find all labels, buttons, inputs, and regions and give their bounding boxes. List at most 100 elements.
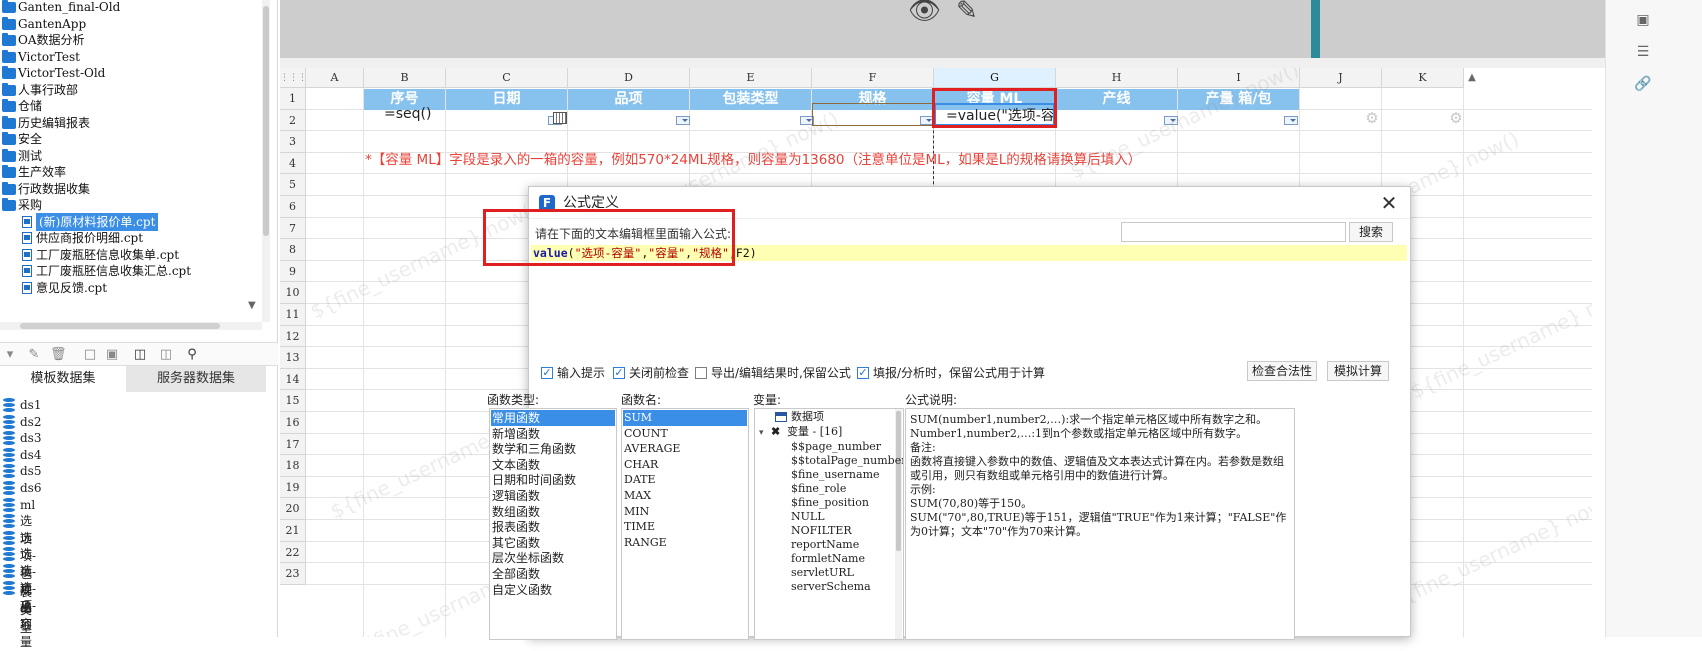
column-header-b[interactable]: B [364, 68, 446, 88]
chevron-down-icon[interactable]: ▾ [759, 426, 771, 440]
function-name-item[interactable]: SUM [623, 410, 747, 426]
widget-settings-icon[interactable]: ☰ [1634, 44, 1652, 60]
function-name-item[interactable]: DATE [624, 472, 656, 488]
row-header[interactable]: 21 [280, 520, 306, 542]
row-header[interactable]: 9 [280, 260, 306, 283]
row-header[interactable]: 19 [280, 476, 306, 499]
row-header[interactable]: 11 [280, 304, 306, 326]
variable-item[interactable]: formletName [791, 552, 865, 566]
row-header[interactable]: 8 [280, 239, 306, 261]
row-header[interactable]: 20 [280, 498, 306, 520]
dropdown-icon[interactable] [1284, 116, 1298, 125]
calendar-icon[interactable] [553, 112, 567, 124]
column-header-k[interactable]: K [1382, 68, 1464, 88]
simulate-calculation-button[interactable]: 模拟计算 [1327, 361, 1389, 381]
function-type-list[interactable]: 常用函数 新增函数 数学和三角函数 文本函数 日期和时间函数 逻辑函数 数组函数 报表函数 其它… [489, 408, 617, 640]
variable-item[interactable]: $fine_username [791, 468, 880, 482]
variables-tree[interactable]: 数据项 ▾ ✖ 变量 - [16] $$page_number $$totalPage_n… [754, 408, 904, 640]
function-type-item[interactable]: 数组函数 [492, 504, 540, 520]
gear-icon[interactable]: ⚙ [1364, 110, 1380, 126]
search-icon[interactable]: ⚲ [184, 347, 200, 363]
function-type-item[interactable]: 全部函数 [492, 566, 540, 582]
check-validity-button[interactable]: 检查合法性 [1247, 361, 1317, 381]
search-button[interactable]: 搜索 [1349, 222, 1393, 242]
function-name-item[interactable]: MAX [624, 488, 651, 504]
function-type-item[interactable]: 日期和时间函数 [492, 472, 576, 488]
pen-icon[interactable]: ✎ [956, 0, 986, 26]
cell-attributes-icon[interactable]: ▣ [1634, 12, 1652, 28]
column-header-c[interactable]: C [446, 68, 568, 88]
function-type-item[interactable]: 其它函数 [492, 535, 540, 551]
column-header-h[interactable]: H [1056, 68, 1178, 88]
variable-item[interactable]: NOFILTER [791, 524, 852, 538]
cell-b2[interactable]: =seq() [384, 103, 431, 126]
checkbox-checked-icon[interactable]: ✓ [613, 367, 625, 379]
function-search-input[interactable] [1121, 222, 1346, 242]
function-name-item[interactable]: CHAR [624, 457, 658, 473]
row-header[interactable]: 1 [280, 88, 306, 110]
function-name-item[interactable]: COUNT [624, 426, 668, 442]
row-header[interactable]: 22 [280, 541, 306, 564]
variable-item[interactable]: $fine_role [791, 482, 846, 496]
function-type-item[interactable]: 报表函数 [492, 519, 540, 535]
close-icon[interactable]: ✕ [1378, 192, 1400, 214]
variable-item[interactable]: reportName [791, 538, 859, 552]
tree-vertical-scrollbar[interactable] [262, 0, 270, 322]
edit-icon[interactable]: ✎ [26, 347, 42, 363]
delete-icon[interactable]: 🗑 [50, 347, 67, 363]
column-header-a[interactable]: A [306, 68, 364, 88]
column-header-g[interactable]: G [934, 68, 1056, 88]
row-header[interactable]: 14 [280, 368, 306, 391]
function-name-item[interactable]: TIME [624, 519, 655, 535]
checkbox-checked-icon[interactable]: ✓ [541, 367, 553, 379]
row-header[interactable]: 4 [280, 152, 306, 175]
header-cell[interactable]: 品项 [568, 89, 689, 110]
row-header[interactable]: 2 [280, 109, 306, 132]
function-type-item[interactable]: 数学和三角函数 [492, 441, 576, 457]
header-cell[interactable]: 产线 [1056, 89, 1177, 110]
tab-template-datasets[interactable]: 模板数据集 [0, 366, 126, 392]
variable-item[interactable]: NULL [791, 510, 825, 524]
dropdown-arrow-icon[interactable]: ▾ [2, 347, 18, 363]
edit-dataset-icon[interactable]: ▣ [104, 347, 120, 363]
variable-item[interactable]: servletURL [791, 566, 854, 580]
variable-dataitem[interactable]: 数据项 [775, 410, 824, 424]
column-header-d[interactable]: D [568, 68, 690, 88]
database-icon[interactable]: ◫ [132, 347, 148, 363]
row-header[interactable]: 6 [280, 196, 306, 218]
function-name-item[interactable]: MIN [624, 504, 649, 520]
chevron-down-icon[interactable]: ▼ [248, 300, 260, 312]
column-header-e[interactable]: E [690, 68, 812, 88]
row-header[interactable]: 23 [280, 563, 306, 585]
row-header[interactable]: 17 [280, 433, 306, 456]
column-header-j[interactable]: J [1300, 68, 1382, 88]
function-type-item[interactable]: 逻辑函数 [492, 488, 540, 504]
row-header[interactable]: 12 [280, 325, 306, 348]
variable-item[interactable]: $$page_number [791, 440, 881, 454]
dropdown-icon[interactable] [676, 116, 690, 125]
function-name-list[interactable]: SUM COUNT AVERAGE CHAR DATE MAX MIN TIME RANGE [621, 408, 749, 640]
variable-group[interactable]: ▾ ✖ 变量 - [16] [759, 425, 842, 439]
tree-horizontal-scrollbar[interactable] [0, 322, 262, 330]
function-type-item[interactable]: 层次坐标函数 [492, 550, 564, 566]
variable-item[interactable]: $$totalPage_number [791, 454, 903, 468]
tab-server-datasets[interactable]: 服务器数据集 [126, 366, 266, 392]
preview-icon[interactable]: □ [82, 347, 98, 363]
row-header[interactable]: 3 [280, 131, 306, 153]
checkbox-unchecked-icon[interactable] [695, 367, 707, 379]
function-type-item[interactable]: 文本函数 [492, 457, 540, 473]
variable-item[interactable]: serverSchema [791, 580, 871, 594]
hide-icon[interactable]: 👁 [908, 0, 941, 26]
row-header[interactable]: 15 [280, 390, 306, 412]
checkbox-checked-icon[interactable]: ✓ [857, 367, 869, 379]
row-header[interactable]: 7 [280, 217, 306, 240]
gear-icon[interactable]: ⚙ [1448, 110, 1464, 126]
variables-scrollbar[interactable] [895, 409, 902, 639]
row-header[interactable]: 5 [280, 174, 306, 196]
select-all-corner[interactable]: ⋮⋮⋮ [280, 68, 307, 88]
row-header[interactable]: 18 [280, 455, 306, 477]
sheet-scroll-up-icon[interactable]: ▲ [1464, 68, 1480, 88]
function-type-item[interactable]: 新增函数 [492, 426, 540, 442]
row-header[interactable]: 13 [280, 347, 306, 369]
database-settings-icon[interactable]: ◫ [158, 347, 174, 363]
